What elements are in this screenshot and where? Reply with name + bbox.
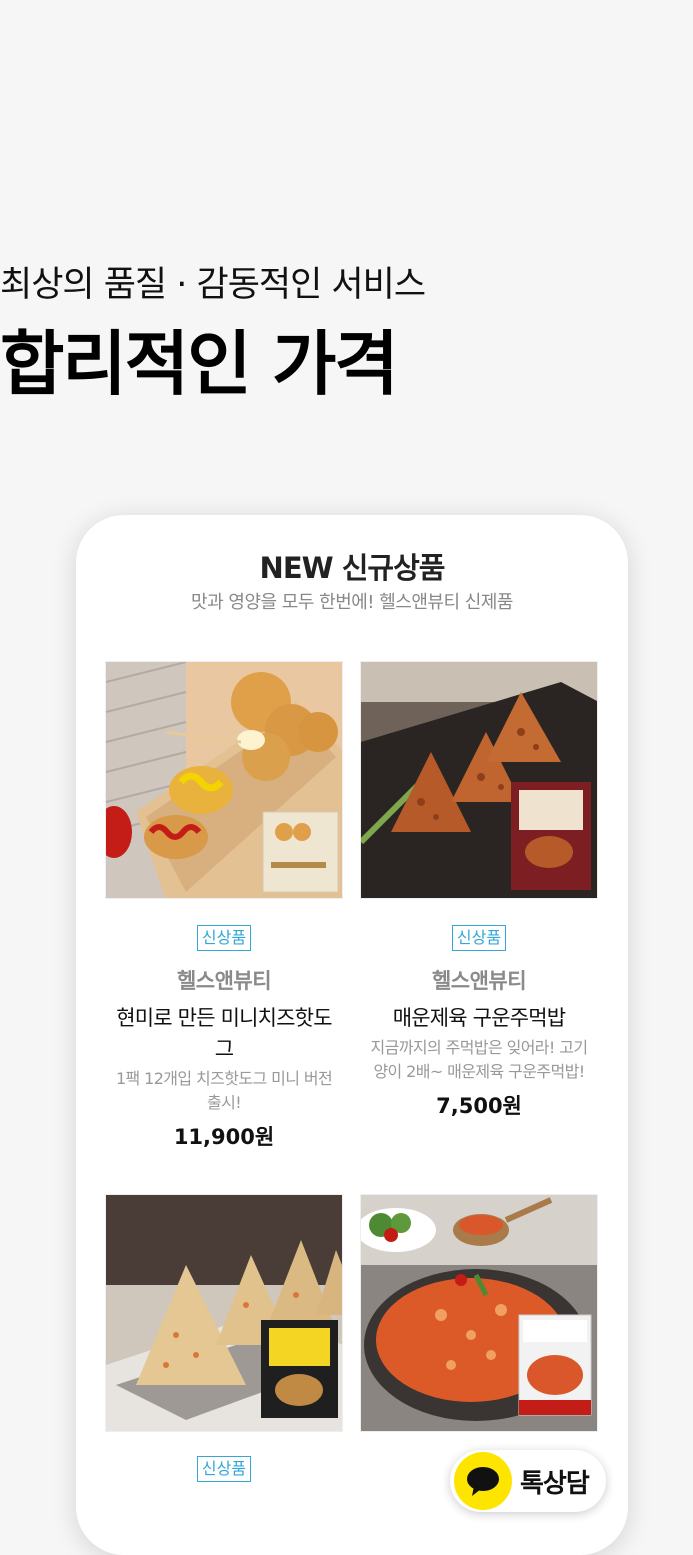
product-image-grilled-rice-ball[interactable] xyxy=(105,1194,343,1432)
product-card-3[interactable]: 신상품 xyxy=(105,1456,343,1482)
product-card-1[interactable]: 신상품 헬스앤뷰티 현미로 만든 미니치즈핫도그 1팩 12개입 치즈핫도그 미… xyxy=(105,925,343,1151)
chat-bubble-icon xyxy=(454,1452,512,1510)
product-image-rice-ball[interactable] xyxy=(360,661,598,899)
product-card-2[interactable]: 신상품 헬스앤뷰티 매운제육 구운주먹밥 지금까지의 주먹밥은 잊어라! 고기양… xyxy=(360,925,598,1120)
product-price: 7,500원 xyxy=(436,1094,522,1118)
hero-title: 합리적인 가격 xyxy=(0,323,399,405)
phone-mockup: NEW 신규상품 맛과 영양을 모두 한번에! 헬스앤뷰티 신제품 신상품 헬스… xyxy=(76,515,628,1555)
new-product-badge: 신상품 xyxy=(196,1456,252,1482)
new-product-badge: 신상품 xyxy=(451,925,507,951)
new-product-badge: 신상품 xyxy=(196,925,252,951)
product-name[interactable]: 현미로 만든 미니치즈핫도그 xyxy=(105,1003,343,1065)
kakao-chat-button[interactable]: 톡상담 xyxy=(450,1450,606,1512)
product-name[interactable]: 매운제육 구운주먹밥 xyxy=(360,1003,598,1034)
product-brand: 헬스앤뷰티 xyxy=(176,969,272,993)
product-description: 1팩 12개입 치즈핫도그 미니 버전 출시! xyxy=(115,1069,333,1112)
chat-button-label: 톡상담 xyxy=(520,1469,590,1499)
product-description: 지금까지의 주먹밥은 잊어라! 고기양이 2배~ 매운제육 구운주먹밥! xyxy=(370,1038,589,1081)
section-title: NEW 신규상품 xyxy=(259,551,446,585)
product-image-hotdog[interactable] xyxy=(105,661,343,899)
product-price: 11,900원 xyxy=(173,1125,275,1149)
product-brand: 헬스앤뷰티 xyxy=(431,969,527,993)
product-image-fried-rice[interactable] xyxy=(360,1194,598,1432)
section-subtitle: 맛과 영양을 모두 한번에! 헬스앤뷰티 신제품 xyxy=(191,592,513,613)
hero-subtitle: 최상의 품질 · 감동적인 서비스 xyxy=(0,265,426,305)
